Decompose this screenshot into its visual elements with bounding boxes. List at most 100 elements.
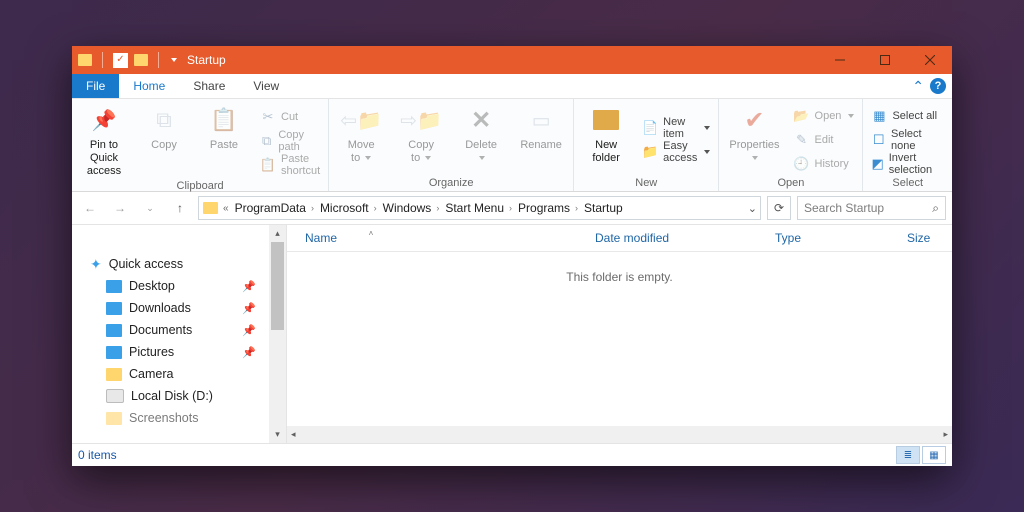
copy-to-button[interactable]: ⇨📁 Copy to xyxy=(393,102,449,177)
sidebar-item-documents[interactable]: Documents📌 xyxy=(72,319,286,341)
column-type[interactable]: Type xyxy=(735,231,865,245)
sidebar-item-pictures[interactable]: Pictures📌 xyxy=(72,341,286,363)
move-to-button[interactable]: ⇦📁 Move to xyxy=(333,102,389,177)
scroll-left-icon[interactable]: ◂ xyxy=(291,429,296,440)
explorer-body: ✦ Quick access Desktop📌 Downloads📌 Docum… xyxy=(72,225,952,443)
breadcrumb-item[interactable]: Start Menu› xyxy=(442,201,515,215)
sidebar-item-downloads[interactable]: Downloads📌 xyxy=(72,297,286,319)
recent-locations-button[interactable]: ⌄ xyxy=(138,196,162,220)
new-folder-button[interactable]: New folder xyxy=(578,102,634,177)
group-label-select: Select xyxy=(867,177,948,191)
sidebar-scrollbar[interactable]: ▴ ▾ xyxy=(269,225,286,443)
column-name[interactable]: ˄Name xyxy=(287,231,455,245)
copy-button[interactable]: ⧉ Copy xyxy=(136,102,192,180)
refresh-button[interactable]: ⟳ xyxy=(767,196,791,220)
tab-view[interactable]: View xyxy=(239,74,293,98)
pin-icon: 📌 xyxy=(92,108,117,133)
column-size[interactable]: Size xyxy=(865,231,930,245)
breadcrumb-item[interactable]: Microsoft› xyxy=(317,201,380,215)
close-button[interactable] xyxy=(907,46,952,74)
search-input[interactable]: Search Startup ⌕ xyxy=(797,196,946,220)
sidebar-item-local-disk-d[interactable]: Local Disk (D:) xyxy=(72,385,286,407)
invert-selection-button[interactable]: ◩Invert selection xyxy=(867,153,948,175)
copy-to-icon: ⇨📁 xyxy=(400,108,442,133)
tab-share[interactable]: Share xyxy=(179,74,239,98)
tab-home[interactable]: Home xyxy=(119,74,179,98)
paste-button[interactable]: 📋 Paste xyxy=(196,102,252,180)
downloads-icon xyxy=(106,302,122,315)
new-item-button[interactable]: 📄New item xyxy=(638,117,714,139)
separator xyxy=(158,52,159,68)
address-dropdown-icon[interactable]: ⌄ xyxy=(748,202,757,215)
properties-qat-icon[interactable]: ✓ xyxy=(113,53,128,68)
group-label-open: Open xyxy=(723,177,858,191)
scroll-up-icon[interactable]: ▴ xyxy=(269,225,286,242)
delete-button[interactable]: ✕ Delete xyxy=(453,102,509,177)
properties-icon: ✔ xyxy=(744,106,764,135)
move-to-icon: ⇦📁 xyxy=(340,108,382,133)
paste-shortcut-button[interactable]: 📋Paste shortcut xyxy=(256,154,324,176)
history-button[interactable]: 🕘History xyxy=(790,153,859,175)
column-headers: ˄Name Date modified Type Size xyxy=(287,225,952,252)
open-button[interactable]: 📂Open xyxy=(790,105,859,127)
help-icon[interactable]: ? xyxy=(930,78,946,94)
ribbon-group-new: New folder 📄New item 📁Easy access New xyxy=(574,99,719,191)
edit-icon: ✎ xyxy=(794,132,810,148)
pin-to-quick-access-button[interactable]: 📌 Pin to Quick access xyxy=(76,102,132,180)
folder-icon xyxy=(106,368,122,381)
quick-access-toolbar: ✓ xyxy=(78,52,177,68)
rename-button[interactable]: ▭ Rename xyxy=(513,102,569,177)
edit-button[interactable]: ✎Edit xyxy=(790,129,859,151)
column-date-modified[interactable]: Date modified xyxy=(455,231,735,245)
properties-button[interactable]: ✔ Properties xyxy=(723,102,785,177)
easy-access-button[interactable]: 📁Easy access xyxy=(638,141,714,163)
new-folder-qat-icon[interactable] xyxy=(134,54,148,66)
up-button[interactable]: ↑ xyxy=(168,196,192,220)
breadcrumb-overflow[interactable]: « xyxy=(220,203,232,214)
folder-icon xyxy=(78,54,92,66)
group-label-new: New xyxy=(578,177,714,191)
view-large-icons-button[interactable]: ▦ xyxy=(922,446,946,464)
search-placeholder: Search Startup xyxy=(804,201,932,215)
breadcrumb-item[interactable]: Programs› xyxy=(515,201,581,215)
maximize-button[interactable] xyxy=(862,46,907,74)
select-all-button[interactable]: ▦Select all xyxy=(867,105,948,127)
breadcrumb-item[interactable]: Startup xyxy=(581,201,626,215)
copy-path-button[interactable]: ⧉Copy path xyxy=(256,130,324,152)
cut-button[interactable]: ✂Cut xyxy=(256,106,324,128)
sidebar-item-desktop[interactable]: Desktop📌 xyxy=(72,275,286,297)
scroll-right-icon[interactable]: ▸ xyxy=(943,429,948,440)
minimize-button[interactable] xyxy=(817,46,862,74)
window-title: Startup xyxy=(187,53,226,67)
forward-button[interactable]: → xyxy=(108,196,132,220)
sidebar-item-screenshots[interactable]: Screenshots xyxy=(72,407,286,429)
address-bar[interactable]: « ProgramData› Microsoft› Windows› Start… xyxy=(198,196,761,220)
back-button[interactable]: ← xyxy=(78,196,102,220)
new-item-icon: 📄 xyxy=(642,120,658,136)
tab-file[interactable]: File xyxy=(72,74,119,98)
new-folder-icon xyxy=(593,110,619,130)
rename-icon: ▭ xyxy=(532,108,551,133)
scroll-down-icon[interactable]: ▾ xyxy=(269,426,286,443)
view-details-button[interactable]: ≣ xyxy=(896,446,920,464)
desktop-icon xyxy=(106,280,122,293)
sidebar-item-camera[interactable]: Camera xyxy=(72,363,286,385)
chevron-right-icon: › xyxy=(374,203,377,213)
file-list-pane: ˄Name Date modified Type Size This folde… xyxy=(287,225,952,443)
history-icon: 🕘 xyxy=(794,156,810,172)
breadcrumb-item[interactable]: ProgramData› xyxy=(232,201,317,215)
breadcrumb-item[interactable]: Windows› xyxy=(380,201,443,215)
chevron-right-icon: › xyxy=(575,203,578,213)
ribbon-group-select: ▦Select all ☐Select none ◩Invert selecti… xyxy=(863,99,952,191)
scrollbar-thumb[interactable] xyxy=(271,242,284,330)
select-none-button[interactable]: ☐Select none xyxy=(867,129,948,151)
horizontal-scrollbar[interactable]: ◂ ▸ xyxy=(287,426,952,443)
chevron-right-icon: › xyxy=(509,203,512,213)
qat-dropdown-icon[interactable] xyxy=(171,58,177,62)
chevron-right-icon: › xyxy=(436,203,439,213)
disk-icon xyxy=(106,389,124,403)
sidebar-quick-access[interactable]: ✦ Quick access xyxy=(72,253,286,275)
navigation-pane: ✦ Quick access Desktop📌 Downloads📌 Docum… xyxy=(72,225,287,443)
collapse-ribbon-icon[interactable]: ⌃ xyxy=(912,78,924,95)
documents-icon xyxy=(106,324,122,337)
